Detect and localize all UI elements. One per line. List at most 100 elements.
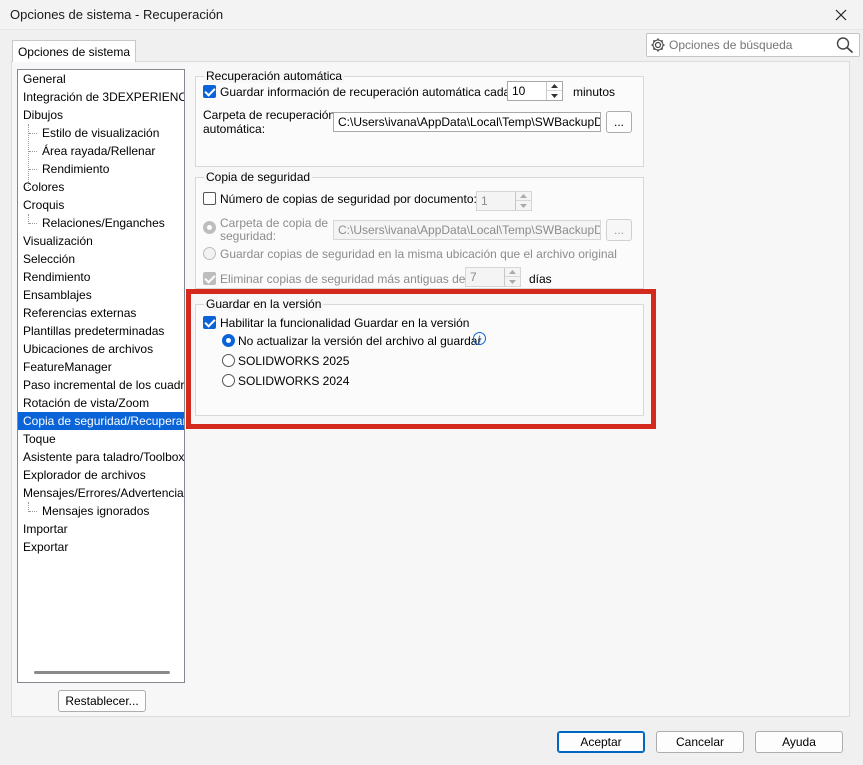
tree-item[interactable]: Ensamblajes [18, 286, 96, 304]
tab-label: Opciones de sistema [17, 44, 131, 59]
stepper-down-button[interactable] [505, 277, 520, 286]
autorecover-browse-button[interactable]: ... [606, 111, 632, 133]
stepper-down-button[interactable] [547, 91, 562, 100]
search-icon[interactable] [835, 36, 855, 54]
tree-item[interactable]: Integración de 3DEXPERIENCE [18, 88, 184, 106]
window-title: Opciones de sistema - Recuperación [10, 7, 224, 22]
cancel-button[interactable]: Cancelar [656, 731, 744, 753]
save-version-option-label: SOLIDWORKS 2024 [238, 374, 350, 388]
tree-item[interactable]: Rendimiento [18, 268, 94, 286]
backup-folder-label-line2: seguridad: [220, 229, 277, 243]
tree-item[interactable]: Rendimiento [42, 160, 113, 178]
cancel-button-label: Cancelar [675, 735, 725, 749]
autorecover-interval-value: 10 [512, 84, 526, 98]
save-version-enable-label: Habilitar la funcionalidad Guardar en la… [220, 316, 470, 330]
tree-horizontal-scrollbar[interactable] [34, 671, 170, 674]
caret-down-icon [520, 203, 527, 208]
tree-item[interactable]: Mensajes ignorados [42, 502, 153, 520]
tree-item[interactable]: Relaciones/Enganches [42, 214, 169, 232]
tree-connector [29, 151, 37, 152]
tree-item[interactable]: Área rayada/Rellenar [42, 142, 159, 160]
save-version-legend: Guardar en la versión [204, 297, 324, 311]
backup-legend: Copia de seguridad [204, 170, 313, 184]
caret-up-icon [520, 194, 527, 198]
save-version-enable-checkbox[interactable] [203, 316, 216, 329]
autorecover-checkbox[interactable] [203, 85, 216, 98]
tree-item[interactable]: Mensajes/Errores/Advertencias [18, 484, 184, 502]
backup-delete-old-checkbox[interactable] [203, 272, 216, 285]
backup-browse-button[interactable]: ... [606, 219, 632, 241]
tab-system-options[interactable]: Opciones de sistema [12, 40, 136, 62]
autorecover-interval-unit: minutos [573, 85, 616, 99]
ok-button[interactable]: Aceptar [557, 731, 645, 753]
save-version-radio-no-update[interactable] [222, 334, 235, 347]
tree-connector [29, 133, 37, 134]
tree-item[interactable]: Rotación de vista/Zoom [18, 394, 153, 412]
stepper-up-button[interactable] [547, 82, 562, 91]
backup-copies-checkbox[interactable] [203, 192, 216, 205]
tree-item[interactable]: Referencias externas [18, 304, 140, 322]
tree-item[interactable]: Dibujos [18, 106, 67, 124]
autorecover-folder-label-line1: Carpeta de recuperación [203, 108, 336, 122]
stepper-up-button[interactable] [516, 192, 531, 201]
stepper-arrows [504, 268, 520, 286]
tree-item[interactable]: Paso incremental de los cuadros [18, 376, 184, 394]
tree-item[interactable]: Explorador de archivos [18, 466, 150, 484]
ok-button-label: Aceptar [580, 735, 622, 749]
tree-item[interactable]: Plantillas predeterminadas [18, 322, 168, 340]
save-version-option-label: SOLIDWORKS 2025 [238, 354, 350, 368]
autorecover-checkbox-label: Guardar información de recuperación auto… [220, 85, 514, 99]
tree-item[interactable]: Importar [18, 520, 72, 538]
backup-folder-label-line1: Carpeta de copia de [220, 216, 329, 230]
caret-up-icon [509, 270, 516, 274]
tree-item[interactable]: Copia de seguridad/Recuperar [18, 412, 184, 430]
tree-item[interactable]: Croquis [18, 196, 68, 214]
stepper-down-button[interactable] [516, 201, 531, 210]
autorecover-interval-stepper[interactable]: 10 [507, 81, 563, 101]
save-version-radio-2025[interactable] [222, 354, 235, 367]
backup-copies-label: Número de copias de seguridad por docume… [220, 192, 477, 206]
info-icon[interactable]: i [473, 332, 486, 345]
tree-item[interactable]: Visualización [18, 232, 97, 250]
tree-item[interactable]: Ubicaciones de archivos [18, 340, 157, 358]
stepper-arrows [546, 82, 562, 100]
gear-icon[interactable] [650, 37, 666, 53]
tree-item[interactable]: Estilo de visualización [42, 124, 163, 142]
tree-item[interactable]: Exportar [18, 538, 72, 556]
backup-delete-old-unit: días [529, 272, 552, 286]
tree-connector [29, 223, 37, 224]
tree-item[interactable]: Colores [18, 178, 68, 196]
backup-delete-old-value: 7 [470, 270, 477, 284]
tree-item[interactable]: Selección [18, 250, 79, 268]
stepper-up-button[interactable] [505, 268, 520, 277]
tree-item[interactable]: FeatureManager [18, 358, 116, 376]
search-input[interactable] [669, 36, 829, 54]
browse-label: ... [613, 223, 624, 237]
tree-item[interactable]: General [18, 70, 70, 88]
backup-copies-stepper[interactable]: 1 [476, 191, 532, 211]
tree-item[interactable]: Toque [18, 430, 60, 448]
backup-folder-radio[interactable] [203, 221, 216, 234]
browse-label: ... [613, 115, 624, 129]
backup-delete-old-stepper[interactable]: 7 [465, 267, 521, 287]
tree-connector [29, 511, 37, 512]
help-button-label: Ayuda [782, 735, 816, 749]
backup-same-location-radio[interactable] [203, 247, 216, 260]
backup-delete-old-label: Eliminar copias de seguridad más antigua… [220, 272, 466, 286]
tree-item[interactable]: Asistente para taladro/Toolbox [18, 448, 184, 466]
caret-up-icon [551, 84, 558, 88]
options-tree[interactable]: General Integración de 3DEXPERIENCE Dibujo… [17, 69, 185, 683]
reset-button-label: Restablecer... [65, 694, 139, 708]
autorecover-folder-path[interactable]: C:\Users\ivana\AppData\Local\Temp\SWBack… [333, 112, 601, 132]
reset-button[interactable]: Restablecer... [58, 690, 146, 712]
caret-down-icon [509, 279, 516, 284]
stepper-arrows [515, 192, 531, 210]
close-icon [835, 9, 847, 21]
close-button[interactable] [819, 0, 863, 30]
backup-folder-path[interactable]: C:\Users\ivana\AppData\Local\Temp\SWBack… [333, 220, 601, 240]
save-version-radio-2024[interactable] [222, 374, 235, 387]
backup-copies-value: 1 [481, 194, 488, 208]
search-box [646, 33, 860, 57]
autorecover-legend: Recuperación automática [204, 69, 345, 83]
help-button[interactable]: Ayuda [755, 731, 843, 753]
